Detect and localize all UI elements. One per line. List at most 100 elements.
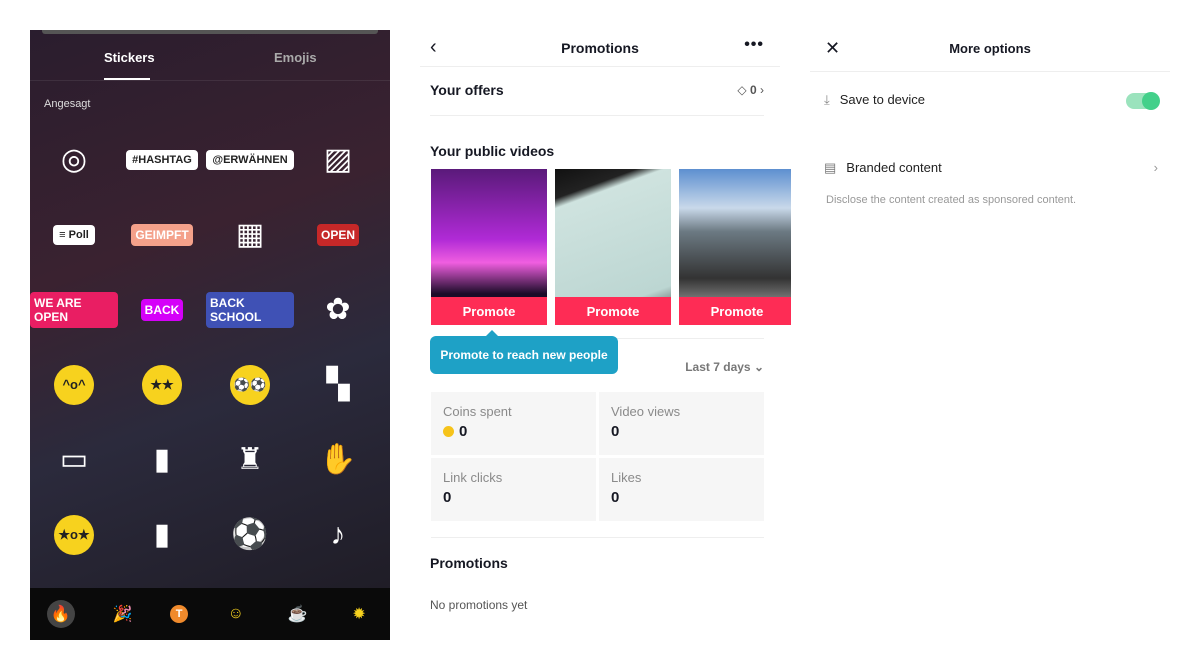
divider [431, 537, 764, 538]
video-thumbnail[interactable]: Promote [555, 169, 671, 325]
hashtag-sticker[interactable]: #HASHTAG [118, 122, 206, 197]
goalkeeper-glove-sticker-art: ✋ [319, 443, 357, 476]
branded-label: Branded content [846, 160, 942, 175]
poll-sticker-art: ≡ Poll [53, 224, 95, 245]
ticket-icon: ◇ [737, 83, 747, 97]
offers-count: 0 [749, 83, 757, 97]
back-to-work-sticker-art: BACK [140, 298, 184, 321]
red-card-sticker[interactable]: ▮ [118, 422, 206, 497]
coffee-icon[interactable]: ☕ [283, 600, 311, 628]
video-thumbnail[interactable]: Promote [431, 169, 547, 325]
promotions-section-title: Promotions [430, 555, 508, 571]
stat-value: 0 [459, 423, 468, 440]
stat-value: 0 [611, 489, 620, 506]
sticker-category-bar: 🔥 🎉 T ☺ ☕ ✹ [30, 588, 390, 640]
fire-icon[interactable]: 🔥 [46, 600, 75, 628]
stat-coins-spent: Coins spent 0 [431, 392, 596, 455]
geimpft-sticker-art: GEIMPFT [131, 223, 193, 246]
yellow-card-sticker[interactable]: ▮ [118, 497, 206, 572]
stat-link-clicks: Link clicks 0 [431, 458, 596, 521]
camera-sticker[interactable]: ◎ [30, 122, 118, 197]
mention-sticker[interactable]: @ERWÄHNEN [206, 122, 294, 197]
drag-handle[interactable] [42, 30, 378, 34]
soccer-field-sticker-art: ▭ [59, 443, 89, 476]
download-icon: ⤓ [824, 92, 830, 107]
goalkeeper-glove-sticker[interactable]: ✋ [294, 422, 382, 497]
stat-video-views: Video views 0 [599, 392, 764, 455]
stat-value: 0 [443, 489, 452, 506]
yellow-card-sticker-art: ▮ [153, 518, 171, 551]
divider [30, 80, 390, 81]
checker-flag-sticker-art: ▚ [326, 368, 350, 401]
red-card-sticker-art: ▮ [153, 443, 171, 476]
office-sticker[interactable]: ▦ [206, 197, 294, 272]
date-range-dropdown[interactable]: Last 7 days ⌄ [685, 360, 764, 374]
office-sticker-art: ▦ [235, 218, 265, 251]
tab-stickers[interactable]: Stickers [104, 50, 155, 65]
back-to-work-sticker[interactable]: BACK [118, 272, 206, 347]
geimpft-sticker[interactable]: GEIMPFT [118, 197, 206, 272]
more-icon[interactable]: ••• [744, 36, 764, 54]
chevron-down-icon: ⌄ [753, 360, 764, 374]
chevron-right-icon: › [760, 83, 764, 97]
promote-button[interactable]: Promote [555, 297, 671, 325]
surprised-star-face-sticker-art: ★o★ [54, 514, 94, 555]
section-title: Angesagt [44, 98, 91, 110]
stat-label: Coins spent [443, 404, 512, 419]
whistle-sticker-art: ♪ [330, 517, 346, 551]
we-are-open-sticker[interactable]: WE ARE OPEN [30, 272, 118, 347]
stat-value: 0 [611, 423, 620, 440]
surprised-star-face-sticker[interactable]: ★o★ [30, 497, 118, 572]
chevron-right-icon: › [1153, 160, 1158, 175]
public-videos-title: Your public videos [430, 143, 555, 159]
flower-sticker[interactable]: ✿ [294, 272, 382, 347]
soccer-eyes-sticker[interactable]: ⚽⚽ [206, 347, 294, 422]
star-eyes-sticker-art: ★★ [142, 364, 182, 405]
back-to-school-sticker[interactable]: BACK SCHOOL [206, 272, 294, 347]
sun-icon[interactable]: ✹ [345, 600, 373, 628]
page-title: More options [949, 41, 1031, 56]
stat-label: Link clicks [443, 470, 503, 485]
open-sign-sticker[interactable]: OPEN [294, 197, 382, 272]
branded-content-row[interactable]: ▤ Branded content › [824, 160, 1158, 176]
mention-sticker-art: @ERWÄHNEN [206, 149, 294, 170]
soccer-field-sticker[interactable]: ▭ [30, 422, 118, 497]
promote-button[interactable]: Promote [679, 297, 791, 325]
promote-button[interactable]: Promote [431, 297, 547, 325]
soccer-boot-sticker[interactable]: ⚽ [206, 497, 294, 572]
flower-sticker-art: ✿ [325, 293, 351, 326]
camera-sticker-art: ◎ [60, 143, 88, 176]
poll-sticker[interactable]: ≡ Poll [30, 197, 118, 272]
party-popper-icon[interactable]: 🎉 [108, 600, 136, 628]
save-label: Save to device [839, 92, 926, 107]
soccer-boot-sticker-art: ⚽ [231, 518, 269, 551]
empty-state: No promotions yet [430, 598, 528, 612]
sticker-grid: ◎ #HASHTAG @ERWÄHNEN ▨ ≡ Poll GEIMPFT ▦ OPEN WE … [30, 122, 390, 572]
soccer-eyes-sticker-art: ⚽⚽ [230, 364, 270, 405]
grinning-face-icon[interactable]: ☺ [222, 600, 250, 628]
hashtag-sticker-art: #HASHTAG [126, 149, 198, 170]
your-offers-row[interactable]: Your offers ◇ 0 › [430, 82, 764, 116]
image-add-sticker[interactable]: ▨ [294, 122, 382, 197]
save-to-device-toggle[interactable] [1126, 92, 1160, 110]
we-are-open-sticker-art: WE ARE OPEN [30, 291, 118, 328]
sticker-picker: Stickers Emojis Angesagt ◎ #HASHTAG @ERWÄH… [30, 30, 390, 640]
party-face-sticker[interactable]: ^o^ [30, 347, 118, 422]
party-face-sticker-art: ^o^ [54, 364, 94, 405]
star-eyes-sticker[interactable]: ★★ [118, 347, 206, 422]
promotions-screen: ‹ Promotions ••• Your offers ◇ 0 › Your … [420, 30, 791, 640]
whistle-sticker[interactable]: ♪ [294, 497, 382, 572]
checker-flag-sticker[interactable]: ▚ [294, 347, 382, 422]
t-coin-icon[interactable]: T [170, 605, 189, 623]
tab-emojis[interactable]: Emojis [274, 50, 317, 65]
video-thumbnail[interactable]: Promote [679, 169, 791, 325]
coin-icon [443, 426, 454, 437]
date-range-label: Last 7 days [685, 360, 751, 374]
save-to-device-row: ⤓ Save to device [824, 92, 925, 108]
stat-likes: Likes 0 [599, 458, 764, 521]
branded-description: Disclose the content created as sponsore… [826, 194, 1077, 206]
divider [610, 338, 764, 339]
referee-sticker[interactable]: ♜ [206, 422, 294, 497]
branded-content-icon: ▤ [824, 160, 837, 175]
more-options-screen: ✕ More options ⤓ Save to device ▤ Branded … [810, 30, 1170, 640]
